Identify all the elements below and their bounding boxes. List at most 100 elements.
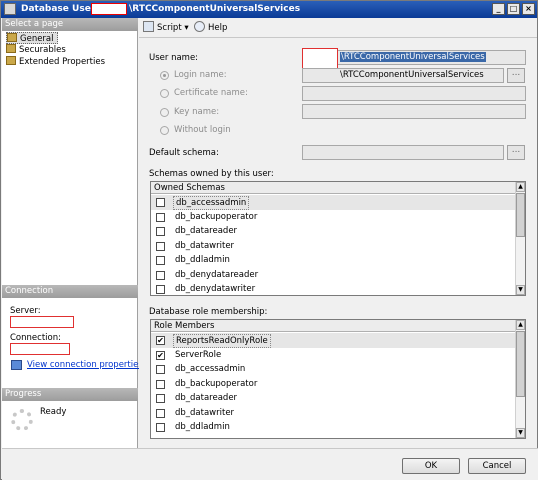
table-row[interactable]: ✔ ServerRole: [151, 348, 516, 363]
maximize-button[interactable]: □: [507, 3, 520, 15]
nav-label-general: General: [20, 34, 54, 44]
scroll-down-icon[interactable]: ▼: [516, 428, 525, 438]
script-label: Script: [157, 23, 182, 33]
left-panel: Select a page General Securables Extende…: [2, 18, 143, 448]
page-icon: [7, 33, 17, 42]
row-label: db_accessadmin: [173, 196, 250, 210]
checked-checkbox[interactable]: ✔: [156, 350, 165, 360]
without-login-label: Without login: [174, 125, 231, 135]
certificate-name-radio[interactable]: [160, 89, 169, 98]
checkbox[interactable]: [156, 408, 165, 418]
table-row[interactable]: db_datareader: [151, 391, 516, 406]
key-name-label: Key name:: [174, 107, 220, 117]
row-label: db_ddladmin: [175, 422, 230, 432]
nav-item-securables[interactable]: Securables: [6, 44, 66, 56]
progress-header: Progress: [2, 388, 138, 401]
database-user-dialog: Database User - \RTCComponentUniversalSe…: [0, 0, 538, 480]
ok-button[interactable]: OK: [402, 458, 460, 474]
row-label: db_backupoperator: [175, 211, 258, 222]
row-label: db_denydatawriter: [175, 284, 256, 294]
checkbox[interactable]: [156, 198, 165, 207]
row-label: db_backupoperator: [175, 378, 258, 389]
nav-item-extended-properties[interactable]: Extended Properties: [6, 56, 105, 68]
login-name-browse-button[interactable]: ...: [507, 68, 525, 83]
table-row[interactable]: db_datawriter: [151, 406, 516, 421]
login-name-radio[interactable]: [160, 71, 169, 80]
close-button[interactable]: ×: [522, 3, 535, 15]
table-row[interactable]: db_datawriter: [151, 239, 516, 254]
without-login-radio[interactable]: [160, 126, 169, 135]
page-icon: [6, 56, 16, 65]
title-bar[interactable]: Database User - \RTCComponentUniversalSe…: [1, 1, 537, 18]
checkbox[interactable]: [156, 394, 165, 403]
owned-schemas-scrollbar[interactable]: ▲ ▼: [515, 182, 525, 295]
table-row[interactable]: db_backupoperator: [151, 210, 516, 225]
key-name-radio[interactable]: [160, 108, 169, 117]
checkbox[interactable]: [156, 365, 165, 374]
role-members-grid: Role Members ✔ ReportsReadOnlyRole ✔ Server…: [150, 319, 526, 439]
owned-schemas-header[interactable]: Owned Schemas: [151, 182, 516, 194]
schemas-owned-label: Schemas owned by this user:: [149, 169, 274, 179]
help-button[interactable]: Help: [194, 21, 227, 35]
table-row[interactable]: db_accessadmin: [151, 195, 516, 210]
server-label: Server:: [10, 306, 41, 316]
help-label: Help: [208, 23, 228, 33]
nav-item-general[interactable]: General: [6, 32, 58, 44]
role-membership-label: Database role membership:: [149, 307, 268, 317]
checked-checkbox[interactable]: ✔: [156, 336, 165, 345]
table-row[interactable]: db_backupoperator: [151, 377, 516, 392]
script-icon: [143, 21, 154, 32]
checkbox[interactable]: [156, 270, 165, 280]
scroll-down-icon[interactable]: ▼: [516, 285, 525, 295]
row-label: db_datareader: [175, 393, 238, 403]
scroll-thumb[interactable]: [516, 193, 525, 237]
script-dropdown-icon[interactable]: ▾: [184, 23, 188, 33]
login-name-input[interactable]: \RTCComponentUniversalServices: [302, 68, 504, 83]
connection-header: Connection: [2, 285, 138, 298]
checkbox[interactable]: [156, 379, 165, 389]
checkbox[interactable]: [156, 285, 165, 294]
scroll-thumb[interactable]: [516, 331, 525, 397]
table-row[interactable]: db_ddladmin: [151, 420, 516, 435]
checkbox[interactable]: [156, 241, 165, 251]
login-name-value: \RTCComponentUniversalServices: [340, 70, 484, 80]
table-row[interactable]: db_datareader: [151, 224, 516, 239]
key-name-input[interactable]: [302, 104, 526, 119]
row-label: db_datawriter: [175, 240, 235, 251]
checkbox[interactable]: [156, 423, 165, 432]
table-row[interactable]: db_ddladmin: [151, 253, 516, 268]
scroll-up-icon[interactable]: ▲: [516, 182, 525, 192]
table-row[interactable]: db_accessadmin: [151, 362, 516, 377]
connection-value-redacted: [10, 343, 70, 355]
checkbox[interactable]: [156, 256, 165, 265]
default-schema-browse-button[interactable]: ...: [507, 145, 525, 160]
role-members-header[interactable]: Role Members: [151, 320, 516, 332]
view-connection-properties-link[interactable]: View connection properties: [27, 360, 143, 370]
cancel-button[interactable]: Cancel: [468, 458, 526, 474]
server-value-redacted: [10, 316, 74, 328]
progress-spinner-icon: [11, 409, 33, 431]
minimize-button[interactable]: _: [492, 3, 505, 15]
certificate-name-label: Certificate name:: [174, 88, 248, 98]
title-redaction: [91, 3, 127, 15]
checkbox[interactable]: [156, 227, 165, 236]
connection-label: Connection:: [10, 333, 61, 343]
table-row[interactable]: db_denydatawriter: [151, 282, 516, 295]
table-row[interactable]: ✔ ReportsReadOnlyRole: [151, 333, 516, 348]
role-members-scrollbar[interactable]: ▲ ▼: [515, 320, 525, 438]
certificate-name-input[interactable]: [302, 86, 526, 101]
nav-label-securables: Securables: [19, 45, 66, 55]
dialog-button-bar: OK Cancel: [2, 448, 538, 480]
nav-label-extended-properties: Extended Properties: [19, 57, 106, 67]
default-schema-label: Default schema:: [149, 148, 219, 158]
owned-schemas-grid: Owned Schemas db_accessadmin db_backupope…: [150, 181, 526, 296]
row-label: db_denydatareader: [175, 269, 259, 280]
row-label: db_ddladmin: [175, 255, 230, 265]
login-name-label: Login name:: [174, 70, 227, 80]
checkbox[interactable]: [156, 212, 165, 222]
row-label: ReportsReadOnlyRole: [173, 334, 271, 348]
script-button[interactable]: Script ▾: [143, 21, 189, 35]
default-schema-input[interactable]: [302, 145, 504, 160]
table-row[interactable]: db_denydatareader: [151, 268, 516, 283]
scroll-up-icon[interactable]: ▲: [516, 320, 525, 330]
